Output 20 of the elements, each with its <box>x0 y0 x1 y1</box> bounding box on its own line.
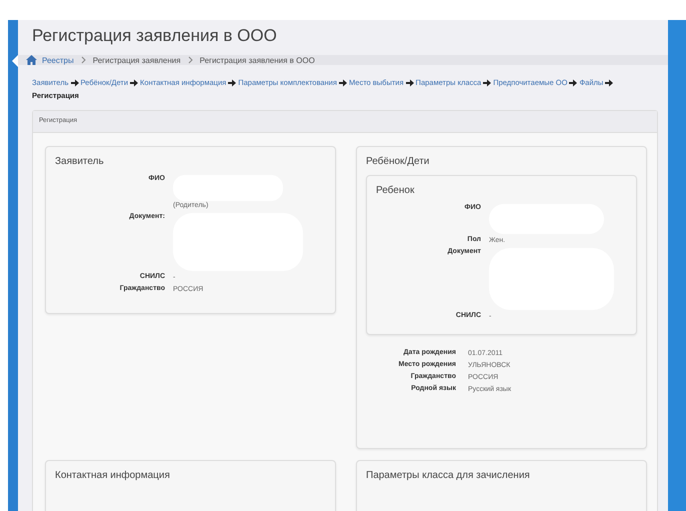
home-icon[interactable] <box>26 55 37 65</box>
arrow-icon <box>605 79 614 88</box>
arrow-icon <box>228 79 236 88</box>
arrow-icon <box>338 79 347 88</box>
arrow-icon <box>130 79 138 88</box>
breadcrumb-item: Регистрация заявления в ООО <box>200 56 315 64</box>
card-title: Заявитель <box>55 156 105 167</box>
card-title: Контактная информация <box>55 470 171 481</box>
arrow-icon <box>569 79 578 88</box>
chevron-icon <box>188 56 193 64</box>
breadcrumb-link[interactable]: Реестры <box>42 56 74 64</box>
arrow-icon <box>406 79 414 88</box>
card-title: Ребёнок/Дети <box>366 156 430 167</box>
breadcrumb-item: Регистрация заявления <box>92 56 181 64</box>
card-title: Параметры класса для зачисления <box>366 470 531 481</box>
page-title: Регистрация заявления в ООО <box>31 25 278 47</box>
arrow-icon <box>70 79 78 88</box>
card-title: Ребенок <box>376 185 416 196</box>
chevron-icon <box>80 56 86 64</box>
arrow-icon <box>483 79 492 88</box>
